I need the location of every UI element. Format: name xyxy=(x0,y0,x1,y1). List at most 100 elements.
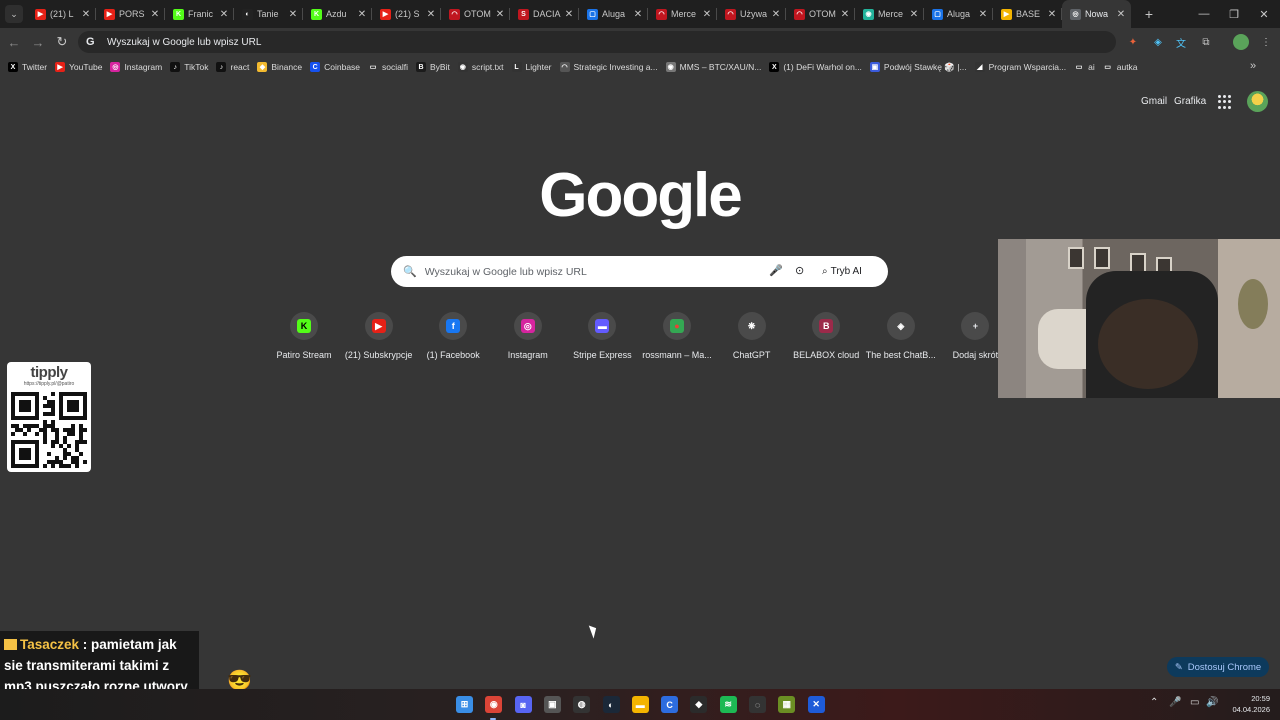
tab-close-icon[interactable]: ✕ xyxy=(81,9,91,20)
tab-1[interactable]: ▶ PORS ✕ xyxy=(96,0,165,28)
tab-3[interactable]: ◐ Tanie ✕ xyxy=(234,0,303,28)
taskbar-ide-icon[interactable]: ◆ xyxy=(690,696,708,713)
shortcut-tile[interactable]: f (1) Facebook xyxy=(415,312,491,360)
tab-close-icon[interactable]: ✕ xyxy=(633,9,643,20)
shortcut-tile[interactable]: K Patiro Stream xyxy=(266,312,342,360)
tab-close-icon[interactable]: ✕ xyxy=(840,9,850,20)
back-button[interactable]: ← xyxy=(2,30,26,54)
tab-close-icon[interactable]: ✕ xyxy=(426,9,436,20)
tab-close-icon[interactable]: ✕ xyxy=(1047,9,1057,20)
taskbar-steam-icon[interactable]: ◐ xyxy=(602,696,620,713)
bookmark-item[interactable]: ▭ ai xyxy=(1074,62,1095,72)
chrome-menu-button[interactable]: ⋮ xyxy=(1258,34,1274,50)
taskbar-files-icon[interactable]: ▬ xyxy=(631,696,649,713)
tab-close-icon[interactable]: ✕ xyxy=(909,9,919,20)
bookmark-item[interactable]: ▣ Podwój Stawkę 🎲 |... xyxy=(869,62,967,73)
tab-4[interactable]: K Azdu ✕ xyxy=(303,0,372,28)
taskbar-minecraft-icon[interactable]: ▦ xyxy=(778,696,796,713)
bookmark-item[interactable]: ◉ script.txt xyxy=(457,62,504,72)
tray-volume-icon[interactable]: 🔊 xyxy=(1206,697,1218,708)
bookmark-item[interactable]: ▭ socialfi xyxy=(368,62,408,72)
bookmark-item[interactable]: ♪ TikTok xyxy=(170,62,208,72)
bookmarks-overflow-button[interactable]: » xyxy=(1250,60,1256,72)
bookmark-item[interactable]: L Lighter xyxy=(511,62,552,72)
account-avatar[interactable] xyxy=(1247,91,1268,112)
tab-close-icon[interactable]: ✕ xyxy=(150,9,160,20)
address-bar[interactable]: G Wyszukaj w Google lub wpisz URL xyxy=(78,31,1116,53)
taskbar-obs-icon[interactable]: ◍ xyxy=(573,696,591,713)
shortcut-tile[interactable]: B BELABOX cloud xyxy=(788,312,864,360)
shortcut-tile[interactable]: ▬ Stripe Express xyxy=(564,312,640,360)
shortcut-tile[interactable]: ◈ The best ChatB... xyxy=(863,312,939,360)
bookmark-item[interactable]: ◠ Strategic Investing a... xyxy=(559,62,658,72)
bookmark-item[interactable]: ◢ Program Wsparcia... xyxy=(974,62,1066,72)
tab-9[interactable]: ◠ Merce ✕ xyxy=(648,0,717,28)
extension-fox-icon[interactable]: ✦ xyxy=(1125,34,1141,50)
tab-search-button[interactable]: ⌄ xyxy=(5,5,23,23)
tray-network-icon[interactable]: ▭ xyxy=(1190,697,1199,708)
ai-mode-button[interactable]: ⌕ Tryb AI xyxy=(822,262,862,281)
tray-microphone-icon[interactable]: 🎤 xyxy=(1169,697,1181,708)
tab-15[interactable]: ◎ Nowa ✕ xyxy=(1062,0,1131,28)
reload-button[interactable]: ↻ xyxy=(50,30,74,54)
extensions-puzzle-icon[interactable]: ⧉ xyxy=(1198,34,1214,50)
bookmark-item[interactable]: ▭ autka xyxy=(1102,62,1138,72)
tab-14[interactable]: ▶ BASE ✕ xyxy=(993,0,1062,28)
bookmark-item[interactable]: X (1) DeFi Warhol on... xyxy=(769,62,862,72)
tab-close-icon[interactable]: ✕ xyxy=(564,9,574,20)
bookmark-item[interactable]: ◎ Instagram xyxy=(110,62,162,72)
close-window-button[interactable]: ✕ xyxy=(1249,0,1279,28)
taskbar-spotify-icon[interactable]: ≋ xyxy=(719,696,737,713)
voice-search-icon[interactable]: 🎤 xyxy=(769,264,783,279)
taskbar-start-icon[interactable]: ⊞ xyxy=(456,696,473,713)
tab-close-icon[interactable]: ✕ xyxy=(357,9,367,20)
tab-close-icon[interactable]: ✕ xyxy=(771,9,781,20)
gmail-link[interactable]: Gmail xyxy=(1141,96,1167,107)
tray-overflow-icon[interactable]: ⌃ xyxy=(1150,697,1158,708)
shortcut-tile[interactable]: ● rossmann – Ma... xyxy=(639,312,715,360)
tab-close-icon[interactable]: ✕ xyxy=(495,9,505,20)
tab-11[interactable]: ◠ OTOM ✕ xyxy=(786,0,855,28)
tab-5[interactable]: ▶ (21) S ✕ xyxy=(372,0,441,28)
search-input[interactable] xyxy=(424,265,755,278)
shortcut-tile[interactable]: ▶ (21) Subskrypcje xyxy=(341,312,417,360)
tab-close-icon[interactable]: ✕ xyxy=(978,9,988,20)
tab-2[interactable]: K Franic ✕ xyxy=(165,0,234,28)
new-tab-button[interactable]: + xyxy=(1139,6,1159,22)
bookmark-item[interactable]: ♪ react xyxy=(216,62,249,72)
tab-6[interactable]: ◠ OTOM ✕ xyxy=(441,0,510,28)
google-lens-icon[interactable]: ⊙ xyxy=(795,264,804,277)
tab-7[interactable]: S DACIA ✕ xyxy=(510,0,579,28)
tab-close-icon[interactable]: ✕ xyxy=(1116,9,1126,20)
taskbar-tool-icon[interactable]: ✕ xyxy=(807,696,825,713)
bookmark-item[interactable]: ◉ MMS – BTC/XAU/N... xyxy=(665,62,761,72)
tab-12[interactable]: ◉ Merce ✕ xyxy=(855,0,924,28)
tab-close-icon[interactable]: ✕ xyxy=(219,9,229,20)
taskbar-messenger-icon[interactable]: ◌ xyxy=(749,696,766,713)
extension-shield-icon[interactable]: ◈ xyxy=(1150,34,1166,50)
tab-13[interactable]: ▢ Aluga ✕ xyxy=(924,0,993,28)
tab-10[interactable]: ◠ Używa ✕ xyxy=(717,0,786,28)
tab-close-icon[interactable]: ✕ xyxy=(702,9,712,20)
shortcut-tile[interactable]: ◎ Instagram xyxy=(490,312,566,360)
profile-avatar-icon[interactable] xyxy=(1233,34,1249,50)
tab-close-icon[interactable]: ✕ xyxy=(288,9,298,20)
bookmark-item[interactable]: ▶ YouTube xyxy=(55,62,102,72)
taskbar-discord-icon[interactable]: ◙ xyxy=(514,696,532,713)
tab-0[interactable]: ▶ (21) L ✕ xyxy=(27,0,96,28)
restore-button[interactable]: ❐ xyxy=(1219,0,1249,28)
taskbar-clock[interactable]: 20:59 04.04.2026 xyxy=(1228,693,1270,715)
forward-button[interactable]: → xyxy=(26,30,50,54)
bookmark-item[interactable]: C Coinbase xyxy=(310,62,360,72)
taskbar-ccleaner-icon[interactable]: C xyxy=(661,696,679,713)
bookmark-item[interactable]: ◆ Binance xyxy=(257,62,302,72)
extension-translate-icon[interactable]: 文 xyxy=(1173,34,1189,50)
shortcut-tile[interactable]: ❋ ChatGPT xyxy=(714,312,790,360)
taskbar-chrome-icon[interactable]: ◉ xyxy=(485,696,503,713)
images-link[interactable]: Grafika xyxy=(1174,96,1206,107)
bookmark-item[interactable]: B ByBit xyxy=(416,62,450,72)
bookmark-item[interactable]: X Twitter xyxy=(8,62,47,72)
google-apps-icon[interactable] xyxy=(1218,95,1232,109)
customize-chrome-button[interactable]: ✎ Dostosuj Chrome xyxy=(1167,657,1269,677)
minimize-button[interactable]: — xyxy=(1189,0,1219,28)
